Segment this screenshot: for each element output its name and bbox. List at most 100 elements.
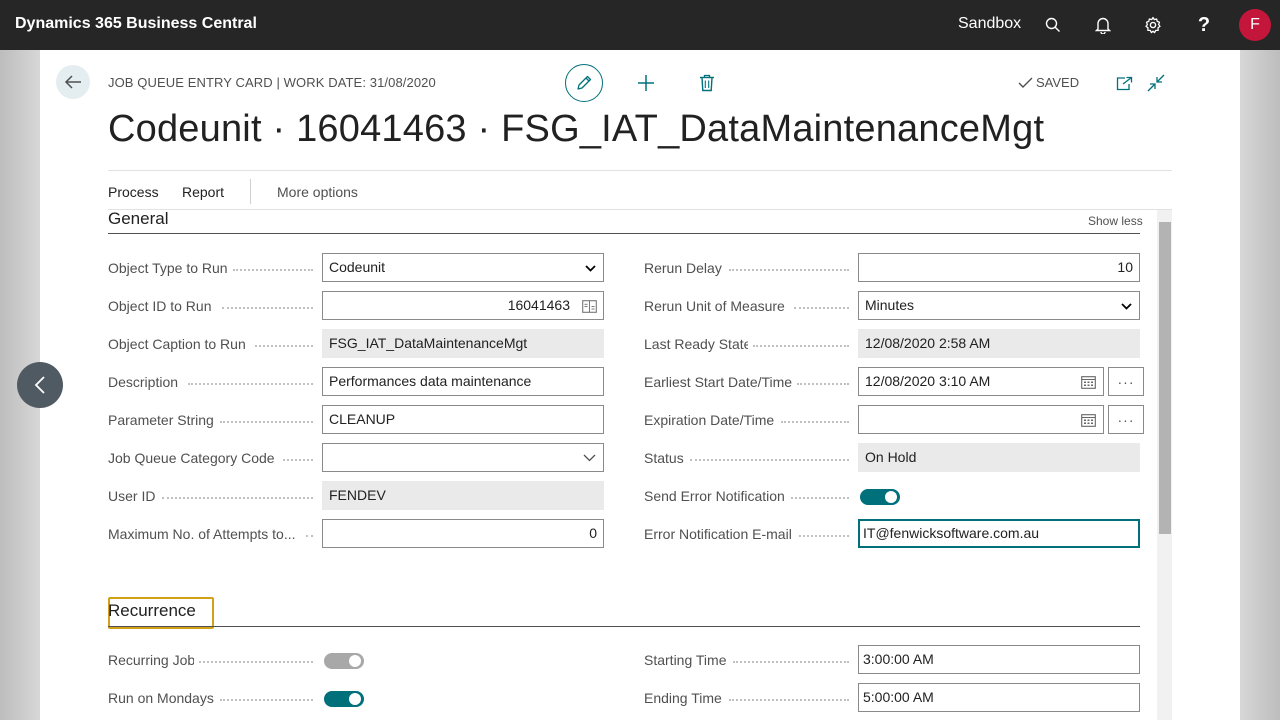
gear-icon[interactable] xyxy=(1141,13,1165,37)
parameter-string-label: Parameter String xyxy=(108,412,214,428)
last-ready-state-label: Last Ready State xyxy=(644,336,748,352)
recurrence-section-divider xyxy=(108,626,1140,627)
label-leader xyxy=(283,459,313,461)
label-leader xyxy=(188,383,313,385)
status-field: On Hold xyxy=(858,443,1140,472)
app-title[interactable]: Dynamics 365 Business Central xyxy=(15,15,257,33)
starting-time-input[interactable]: 3:00:00 AM xyxy=(858,645,1140,674)
back-button[interactable] xyxy=(56,65,90,99)
open-new-window-button[interactable] xyxy=(1114,73,1134,93)
saved-label: SAVED xyxy=(1036,75,1080,90)
user-id-field: FENDEV xyxy=(322,481,604,510)
rerun-unit-value: Minutes xyxy=(865,297,915,313)
chevron-left-icon xyxy=(34,376,45,394)
job-queue-category-input[interactable] xyxy=(322,443,604,472)
label-leader xyxy=(255,345,313,347)
earliest-start-more-button[interactable]: ··· xyxy=(1108,367,1144,396)
description-input[interactable]: Performances data maintenance xyxy=(322,367,604,396)
toggle-knob xyxy=(885,491,897,503)
label-leader xyxy=(306,535,313,537)
description-label: Description xyxy=(108,374,179,390)
job-queue-category-label: Job Queue Category Code xyxy=(108,450,275,466)
rerun-unit-select[interactable]: Minutes xyxy=(858,291,1140,320)
status-label: Status xyxy=(644,450,684,466)
collapse-icon xyxy=(1147,74,1165,92)
environment-name: Sandbox xyxy=(958,15,1022,32)
label-leader xyxy=(729,699,849,701)
recurring-job-toggle[interactable] xyxy=(324,653,364,669)
general-section-title[interactable]: General xyxy=(108,209,168,229)
label-leader xyxy=(220,421,313,423)
saved-status: SAVED xyxy=(1018,75,1079,90)
delete-button[interactable] xyxy=(697,73,717,93)
expiration-more-button[interactable]: ··· xyxy=(1108,405,1144,434)
trash-icon xyxy=(700,74,714,92)
max-attempts-label: Maximum No. of Attempts to... xyxy=(108,526,296,542)
show-less-link[interactable]: Show less xyxy=(1088,214,1143,228)
page-title: Codeunit · 16041463 · FSG_IAT_DataMainte… xyxy=(108,108,1045,150)
user-avatar[interactable]: F xyxy=(1239,9,1271,41)
previous-record-button[interactable] xyxy=(17,362,63,408)
parameter-string-input[interactable]: CLEANUP xyxy=(322,405,604,434)
more-options-menu[interactable]: More options xyxy=(277,184,358,200)
run-on-mondays-label: Run on Mondays xyxy=(108,690,214,706)
bell-icon[interactable] xyxy=(1091,13,1115,37)
lookup-icon[interactable] xyxy=(580,297,598,315)
run-on-mondays-toggle[interactable] xyxy=(324,691,364,707)
search-icon[interactable] xyxy=(1041,13,1065,37)
collapse-button[interactable] xyxy=(1146,73,1166,93)
error-email-label: Error Notification E-mail xyxy=(644,526,792,542)
calendar-icon[interactable] xyxy=(1079,373,1097,391)
object-id-label: Object ID to Run xyxy=(108,298,212,314)
object-caption-label: Object Caption to Run xyxy=(108,336,246,352)
starting-time-label: Starting Time xyxy=(644,652,727,668)
max-attempts-input[interactable]: 0 xyxy=(322,519,604,548)
expiration-input[interactable] xyxy=(858,405,1104,434)
object-type-select[interactable]: Codeunit xyxy=(322,253,604,282)
object-type-label: Object Type to Run xyxy=(108,260,228,276)
edit-button[interactable] xyxy=(565,64,603,102)
calendar-icon[interactable] xyxy=(1079,411,1097,429)
object-type-value: Codeunit xyxy=(329,259,386,275)
send-error-notification-label: Send Error Notification xyxy=(644,488,785,504)
action-bar: Process Report More options xyxy=(108,170,1172,210)
label-leader xyxy=(729,269,849,271)
label-leader xyxy=(794,307,849,309)
new-button[interactable] xyxy=(636,73,656,93)
toggle-knob xyxy=(349,693,361,705)
object-id-value: 16041463 xyxy=(507,297,570,313)
object-caption-field: FSG_IAT_DataMaintenanceMgt xyxy=(322,329,604,358)
action-separator xyxy=(250,179,251,204)
label-leader xyxy=(799,535,849,537)
breadcrumb: JOB QUEUE ENTRY CARD | WORK DATE: 31/08/… xyxy=(108,75,436,90)
rerun-unit-label: Rerun Unit of Measure xyxy=(644,298,785,314)
earliest-start-value: 12/08/2020 3:10 AM xyxy=(865,373,991,389)
report-menu[interactable]: Report xyxy=(182,184,224,200)
chevron-down-icon[interactable] xyxy=(580,449,598,467)
checkmark-icon xyxy=(1018,77,1033,88)
earliest-start-input[interactable]: 12/08/2020 3:10 AM xyxy=(858,367,1104,396)
error-email-input[interactable]: IT@fenwicksoftware.com.au xyxy=(858,519,1140,548)
help-icon[interactable]: ? xyxy=(1192,13,1216,37)
last-ready-state-field: 12/08/2020 2:58 AM xyxy=(858,329,1140,358)
object-id-field[interactable]: 16041463 xyxy=(322,291,604,320)
general-section-divider xyxy=(108,233,1140,234)
scrollbar-thumb[interactable] xyxy=(1159,222,1171,534)
process-menu[interactable]: Process xyxy=(108,184,159,200)
label-leader xyxy=(220,699,313,701)
toggle-knob xyxy=(349,655,361,667)
arrow-left-icon xyxy=(64,75,81,89)
label-leader xyxy=(199,661,313,663)
user-id-label: User ID xyxy=(108,488,156,504)
label-leader xyxy=(233,269,313,271)
recurring-job-label: Recurring Job xyxy=(108,652,194,668)
top-bar: Dynamics 365 Business Central Sandbox ? … xyxy=(0,0,1280,50)
ending-time-input[interactable]: 5:00:00 AM xyxy=(858,683,1140,712)
send-error-notification-toggle[interactable] xyxy=(860,489,900,505)
rerun-delay-label: Rerun Delay xyxy=(644,260,722,276)
recurrence-section-title[interactable]: Recurrence xyxy=(108,601,196,621)
rerun-delay-input[interactable]: 10 xyxy=(858,253,1140,282)
label-leader xyxy=(797,383,849,385)
earliest-start-label: Earliest Start Date/Time xyxy=(644,374,792,390)
ending-time-label: Ending Time xyxy=(644,690,722,706)
